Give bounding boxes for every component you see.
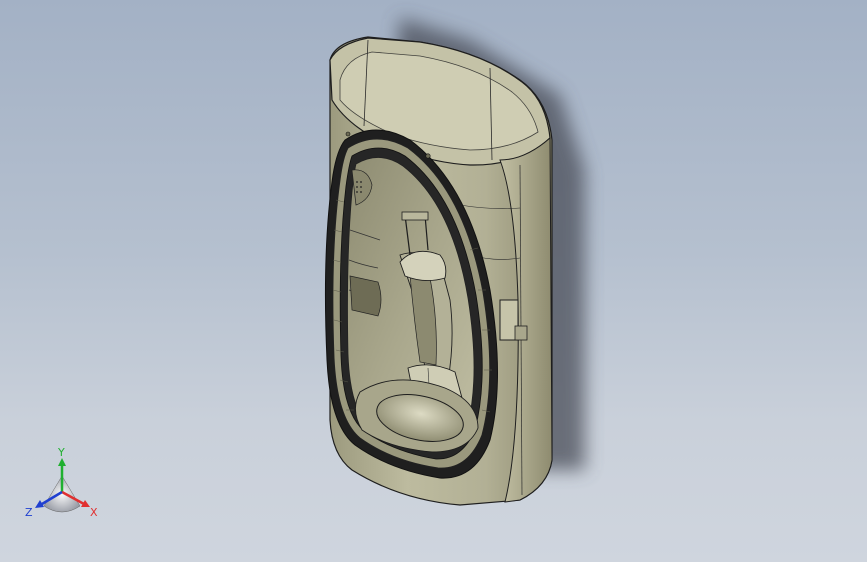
top-boss-2: [345, 131, 351, 137]
model-viewport[interactable]: [0, 0, 867, 562]
z-axis-label: Z: [25, 506, 33, 519]
y-axis-arrow-icon: [58, 458, 66, 466]
side-clip-tab: [514, 325, 528, 341]
top-boss-1: [425, 153, 431, 159]
orientation-triad[interactable]: Y X Z: [20, 446, 110, 526]
bracket-cap: [401, 211, 429, 221]
interior-pocket: [349, 275, 382, 317]
y-axis-label: Y: [57, 446, 65, 459]
x-axis-label: X: [90, 506, 98, 519]
inner-bracket-top: [399, 250, 447, 281]
